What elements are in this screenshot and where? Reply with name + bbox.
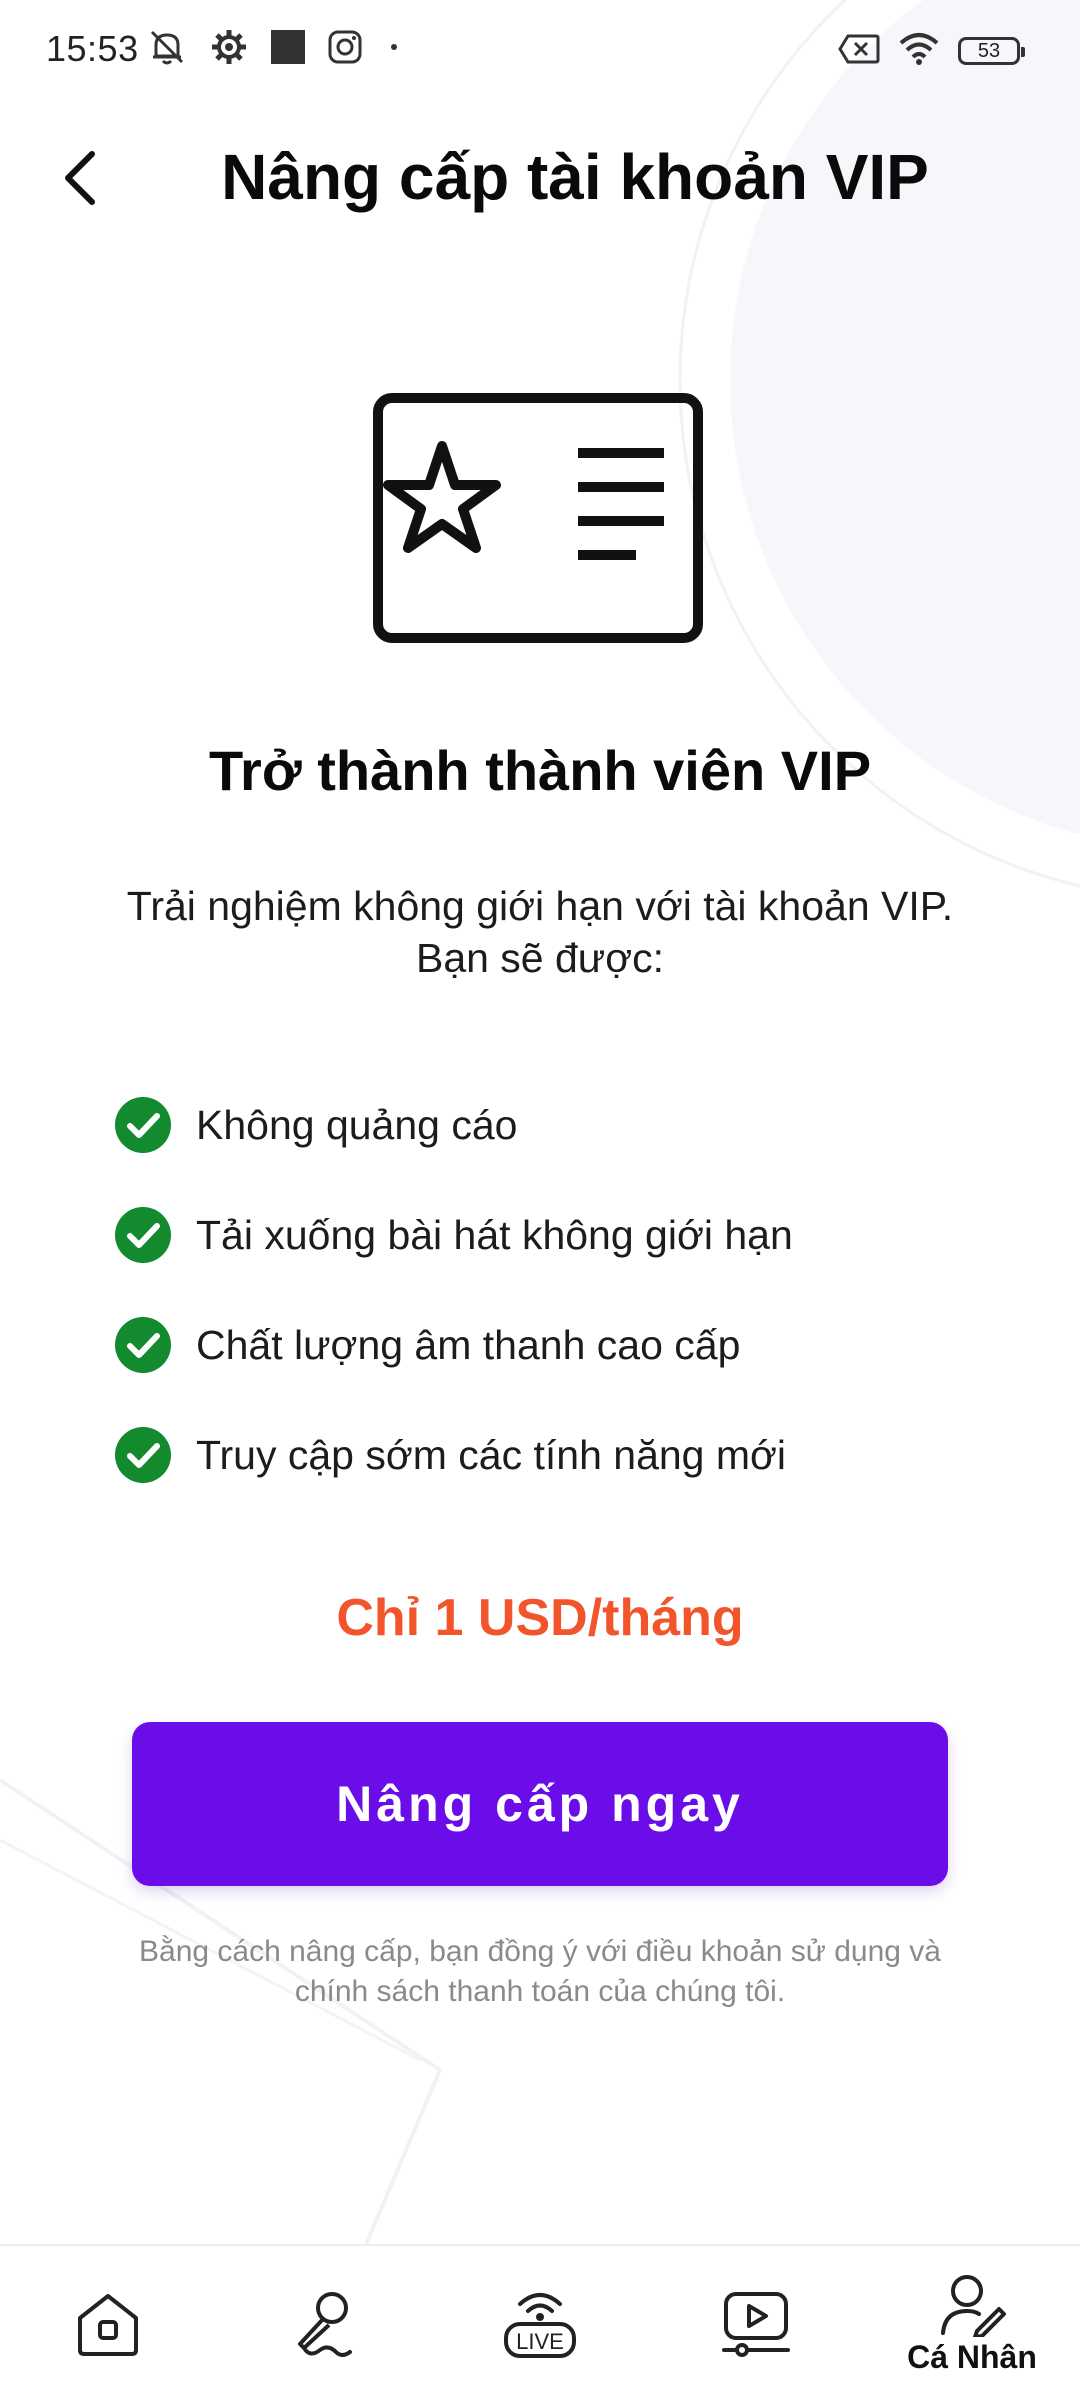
benefit-label: Không quảng cáo xyxy=(196,1101,518,1148)
battery-indicator: 53 xyxy=(958,37,1025,65)
vip-headline: Trở thành thành viên VIP xyxy=(208,739,872,802)
home-icon xyxy=(72,2288,144,2360)
description-line-2: Bạn sẽ được: xyxy=(415,935,665,981)
page-title: Nâng cấp tài khoản VIP xyxy=(221,141,929,213)
benefit-label: Tải xuống bài hát không giới hạn xyxy=(196,1211,793,1258)
price-text: Chỉ 1 USD/tháng xyxy=(336,1589,744,1647)
video-play-icon xyxy=(718,2286,794,2362)
vip-card-icon xyxy=(370,390,710,650)
status-icons-left xyxy=(146,26,404,72)
instagram-icon xyxy=(328,30,362,69)
terms-line-1: Bằng cách nâng cấp, bạn đồng ý với điều … xyxy=(139,1935,941,1968)
sim-error-icon xyxy=(838,33,880,70)
nav-item-karaoke[interactable] xyxy=(216,2246,432,2402)
check-circle-icon xyxy=(114,1426,172,1484)
live-icon: LIVE xyxy=(500,2286,580,2362)
check-circle-icon xyxy=(114,1206,172,1264)
benefit-item: Tải xuống bài hát không giới hạn xyxy=(114,1180,793,1290)
benefit-item: Chất lượng âm thanh cao cấp xyxy=(114,1290,793,1400)
upgrade-now-button[interactable]: Nâng cấp ngay xyxy=(132,1722,948,1886)
benefit-item: Truy cập sớm các tính năng mới xyxy=(114,1400,793,1510)
benefit-item: Không quảng cáo xyxy=(114,1070,793,1180)
nav-label-profile: Cá Nhân xyxy=(907,2338,1037,2375)
gear-icon xyxy=(210,28,248,71)
dot-icon xyxy=(384,37,404,62)
terms-line-2: chính sách thanh toán của chúng tôi. xyxy=(294,1975,786,2008)
bell-muted-icon xyxy=(146,26,188,73)
benefit-label: Truy cập sớm các tính năng mới xyxy=(196,1431,787,1478)
live-badge-text: LIVE xyxy=(516,2329,564,2354)
check-circle-icon xyxy=(114,1096,172,1154)
profile-edit-icon xyxy=(937,2273,1007,2337)
bottom-navigation: LIVE Cá Nhân xyxy=(0,2244,1080,2402)
nav-item-profile[interactable]: Cá Nhân xyxy=(864,2246,1080,2402)
square-icon xyxy=(270,29,306,70)
header: Nâng cấp tài khoản VIP xyxy=(0,130,1080,230)
status-bar: 15:53 53 xyxy=(0,0,1080,100)
wifi-icon xyxy=(898,31,940,72)
check-circle-icon xyxy=(114,1316,172,1374)
microphone-icon xyxy=(286,2286,362,2362)
chevron-left-icon xyxy=(60,148,100,213)
back-button[interactable] xyxy=(50,148,110,212)
nav-item-video[interactable] xyxy=(648,2246,864,2402)
status-icons-right: 53 xyxy=(838,28,1025,74)
nav-item-live[interactable]: LIVE xyxy=(432,2246,648,2402)
nav-item-home[interactable] xyxy=(0,2246,216,2402)
vip-description: Trải nghiệm không giới hạn với tài khoản… xyxy=(80,880,1000,984)
terms-text: Bằng cách nâng cấp, bạn đồng ý với điều … xyxy=(90,1932,990,2012)
benefits-list: Không quảng cáo Tải xuống bài hát không … xyxy=(114,1070,793,1510)
status-time: 15:53 xyxy=(46,28,139,69)
benefit-label: Chất lượng âm thanh cao cấp xyxy=(196,1321,741,1368)
description-line-1: Trải nghiệm không giới hạn với tài khoản… xyxy=(126,883,954,929)
